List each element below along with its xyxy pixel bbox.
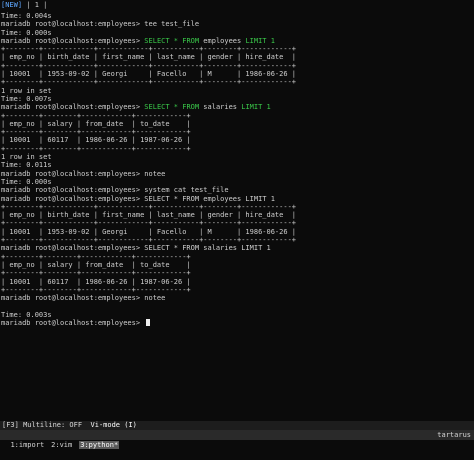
terminal-text: salaries <box>199 103 242 112</box>
terminal-text: | emp_no | birth_date | first_name | las… <box>1 53 297 62</box>
terminal-line: | 10001 | 1953-09-02 | Georgi | Facello … <box>1 70 471 78</box>
terminal-line: Time: 0.000s <box>1 29 471 37</box>
terminal-text: mariadb root@localhost:employees> SELECT… <box>1 194 275 203</box>
terminal-text: employees <box>199 36 246 45</box>
sql-keyword: SELECT * FROM <box>144 103 200 112</box>
terminal-text: | 10001 | 1953-09-02 | Georgi | Facello … <box>1 227 297 236</box>
terminal-line: +--------+--------+------------+--------… <box>1 145 471 153</box>
terminal-line: Time: 0.007s <box>1 95 471 103</box>
terminal-text: Time: 0.011s <box>1 161 52 170</box>
terminal-text: +--------+--------+------------+--------… <box>1 285 191 294</box>
terminal-line: +--------+------------+------------+----… <box>1 78 471 86</box>
terminal-text: mariadb root@localhost:employees> system… <box>1 186 229 195</box>
terminal-line: Time: 0.004s <box>1 12 471 20</box>
terminal-line: +--------+------------+------------+----… <box>1 236 471 244</box>
terminal-line: mariadb root@localhost:employees> SELECT… <box>1 37 471 45</box>
terminal-text: +--------+------------+------------+----… <box>1 236 297 245</box>
terminal-text: +--------+------------+------------+----… <box>1 45 297 54</box>
terminal-line: mariadb root@localhost:employees> SELECT… <box>1 195 471 203</box>
multiline-indicator: [F3] Multiline: OFF <box>2 421 83 429</box>
terminal-text: mariadb root@localhost:employees> tee te… <box>1 20 200 29</box>
terminal-line: mariadb root@localhost:employees> <box>1 318 471 327</box>
terminal-text: Time: 0.003s <box>1 310 52 319</box>
terminal-line: Time: 0.011s <box>1 161 471 169</box>
title-separator: | <box>22 1 35 9</box>
terminal-text: +--------+------------+------------+----… <box>1 61 297 70</box>
text-cursor <box>146 318 151 326</box>
terminal-line: +--------+------------+------------+----… <box>1 203 471 211</box>
terminal-line: 1 row in set <box>1 87 471 95</box>
terminal-text: mariadb root@localhost:employees> notee <box>1 169 166 178</box>
terminal-text: +--------+--------+------------+--------… <box>1 128 191 137</box>
terminal-text: +--------+--------+------------+--------… <box>1 252 191 261</box>
title-end: | <box>38 1 48 9</box>
tmux-window-list: 1:import 2:vim 3:python* <box>10 441 126 449</box>
terminal-line: +--------+--------+------------+--------… <box>1 112 471 120</box>
window-title-bar: [NEW] | 1 | <box>0 0 474 10</box>
terminal-text: | emp_no | salary | from_date | to_date … <box>1 119 191 128</box>
terminal-text: +--------+--------+------------+--------… <box>1 269 191 278</box>
terminal-line: | emp_no | salary | from_date | to_date … <box>1 261 471 269</box>
terminal-text: 1 row in set <box>1 153 52 162</box>
terminal-line: +--------+--------+------------+--------… <box>1 286 471 294</box>
sql-keyword: LIMIT 1 <box>241 103 271 112</box>
terminal-line: mariadb root@localhost:employees> notee <box>1 294 471 302</box>
terminal-line: | emp_no | salary | from_date | to_date … <box>1 120 471 128</box>
tmux-window-tab[interactable]: 2:vim <box>51 441 72 449</box>
sql-keyword: LIMIT 1 <box>245 36 275 45</box>
terminal-line: Time: 0.000s <box>1 178 471 186</box>
tmux-window-tab[interactable]: 3:python* <box>79 441 120 449</box>
terminal-line: +--------+------------+------------+----… <box>1 62 471 70</box>
terminal-text: +--------+--------+------------+--------… <box>1 111 191 120</box>
tmux-window-tab[interactable]: 1:import <box>10 441 44 449</box>
terminal-text: | 10001 | 1953-09-02 | Georgi | Facello … <box>1 70 297 79</box>
terminal-line: mariadb root@localhost:employees> tee te… <box>1 20 471 28</box>
terminal-line: +--------+--------+------------+--------… <box>1 128 471 136</box>
new-badge[interactable]: [NEW] <box>1 1 22 9</box>
terminal-text: mariadb root@localhost:employees> <box>1 103 145 112</box>
terminal-line: | emp_no | birth_date | first_name | las… <box>1 211 471 219</box>
terminal-text: | emp_no | salary | from_date | to_date … <box>1 260 191 269</box>
terminal-line: +--------+--------+------------+--------… <box>1 253 471 261</box>
terminal-text: Time: 0.004s <box>1 12 52 20</box>
terminal-line: +--------+------------+------------+----… <box>1 219 471 227</box>
status-line: [F3] Multiline: OFF Vi-mode (I) <box>0 421 474 430</box>
terminal-text: mariadb root@localhost:employees> SELECT… <box>1 244 271 253</box>
terminal-line: mariadb root@localhost:employees> system… <box>1 186 471 194</box>
terminal-text: +--------+------------+------------+----… <box>1 202 297 211</box>
terminal-line: | 10001 | 60117 | 1986-06-26 | 1987-06-2… <box>1 278 471 286</box>
terminal-text: mariadb root@localhost:employees> <box>1 36 145 45</box>
terminal-text: | 10001 | 60117 | 1986-06-26 | 1987-06-2… <box>1 136 191 145</box>
terminal-line: +--------+--------+------------+--------… <box>1 269 471 277</box>
terminal-text: 1 row in set <box>1 86 52 95</box>
terminal-line: +--------+------------+------------+----… <box>1 45 471 53</box>
vi-mode-indicator: Vi-mode (I) <box>90 421 137 429</box>
hostname-label: tartarus <box>437 431 471 439</box>
terminal-text: | 10001 | 60117 | 1986-06-26 | 1987-06-2… <box>1 277 191 286</box>
terminal-line: mariadb root@localhost:employees> SELECT… <box>1 244 471 252</box>
tmux-status-bar: 1:import 2:vim 3:python* tartarus <box>0 430 474 449</box>
terminal-line: | emp_no | birth_date | first_name | las… <box>1 53 471 61</box>
terminal-text: Time: 0.000s <box>1 28 52 37</box>
sql-keyword: SELECT * FROM <box>144 36 200 45</box>
terminal-output[interactable]: Time: 0.004s mariadb root@localhost:emplo… <box>1 12 471 417</box>
terminal-line: mariadb root@localhost:employees> notee <box>1 170 471 178</box>
terminal-line: | 10001 | 60117 | 1986-06-26 | 1987-06-2… <box>1 136 471 144</box>
terminal-text: +--------+--------+------------+--------… <box>1 144 191 153</box>
terminal-text: | emp_no | birth_date | first_name | las… <box>1 211 297 220</box>
terminal-line: Time: 0.003s <box>1 311 471 319</box>
terminal-text: mariadb root@localhost:employees> notee <box>1 294 166 303</box>
terminal-text: Time: 0.000s <box>1 177 52 186</box>
terminal-text: mariadb root@localhost:employees> <box>1 318 145 327</box>
terminal-line: mariadb root@localhost:employees> SELECT… <box>1 103 471 111</box>
terminal-line: 1 row in set <box>1 153 471 161</box>
terminal-line: | 10001 | 1953-09-02 | Georgi | Facello … <box>1 228 471 236</box>
terminal-text: +--------+------------+------------+----… <box>1 78 297 87</box>
terminal-text: Time: 0.007s <box>1 94 52 103</box>
terminal-text: +--------+------------+------------+----… <box>1 219 297 228</box>
